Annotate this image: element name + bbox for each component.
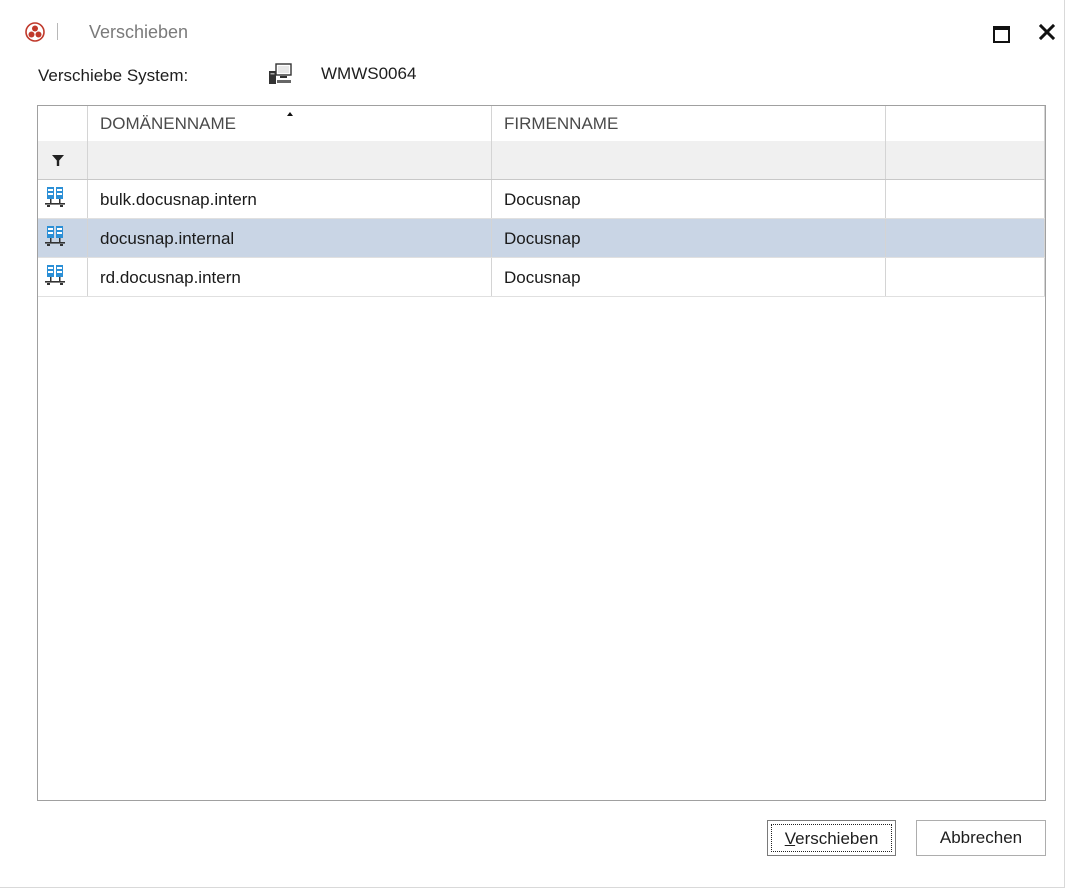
company-cell: Docusnap — [492, 258, 886, 296]
column-header-company[interactable]: FIRMENNAME — [492, 106, 886, 141]
table-row-selected[interactable]: docusnap.internal Docusnap — [38, 219, 1045, 258]
table-row[interactable]: bulk.docusnap.intern Docusnap — [38, 180, 1045, 219]
filter-row — [38, 141, 1045, 180]
domain-cell: docusnap.internal — [88, 219, 492, 257]
move-button-label: erschieben — [795, 829, 879, 848]
table-row[interactable]: rd.docusnap.intern Docusnap — [38, 258, 1045, 297]
sort-ascending-icon — [287, 112, 293, 116]
filter-icon — [52, 155, 64, 166]
row-icon-cell — [38, 180, 88, 218]
docusnap-logo-icon — [25, 22, 45, 42]
move-dialog: Verschieben Verschiebe System: WMWS0064 … — [0, 0, 1065, 888]
filter-button[interactable] — [38, 141, 88, 179]
empty-cell — [886, 180, 1045, 218]
move-button-focus-rect: Verschieben — [771, 824, 892, 852]
row-icon-cell — [38, 219, 88, 257]
domain-icon — [45, 226, 65, 246]
maximize-button[interactable] — [992, 24, 1012, 43]
domain-grid: DOMÄNENNAME FIRMENNAME bulk.docusnap.int… — [37, 105, 1046, 801]
title-separator — [57, 23, 58, 40]
header-icon-column — [38, 106, 88, 141]
empty-cell — [886, 258, 1045, 296]
row-icon-cell — [38, 258, 88, 296]
move-button[interactable]: Verschieben — [767, 820, 896, 856]
company-cell: Docusnap — [492, 180, 886, 218]
filter-domain-input[interactable] — [88, 141, 492, 179]
filter-empty-cell[interactable] — [886, 141, 1045, 179]
empty-cell — [886, 219, 1045, 257]
grid-header: DOMÄNENNAME FIRMENNAME — [38, 106, 1045, 142]
system-label: Verschiebe System: — [38, 66, 189, 85]
company-cell: Docusnap — [492, 219, 886, 257]
move-button-accesskey: V — [784, 829, 796, 848]
system-name: WMWS0064 — [321, 64, 417, 83]
maximize-icon — [993, 26, 1010, 43]
window-title: Verschieben — [89, 22, 189, 42]
domain-icon — [45, 265, 65, 285]
filter-company-input[interactable] — [492, 141, 886, 179]
workstation-icon — [269, 63, 292, 84]
cancel-button[interactable]: Abbrechen — [916, 820, 1046, 856]
close-icon[interactable] — [1035, 20, 1059, 44]
domain-icon — [45, 187, 65, 207]
title-bar: Verschieben — [0, 0, 1064, 60]
domain-cell: rd.docusnap.intern — [88, 258, 492, 296]
domain-cell: bulk.docusnap.intern — [88, 180, 492, 218]
column-header-empty[interactable] — [886, 106, 1045, 141]
